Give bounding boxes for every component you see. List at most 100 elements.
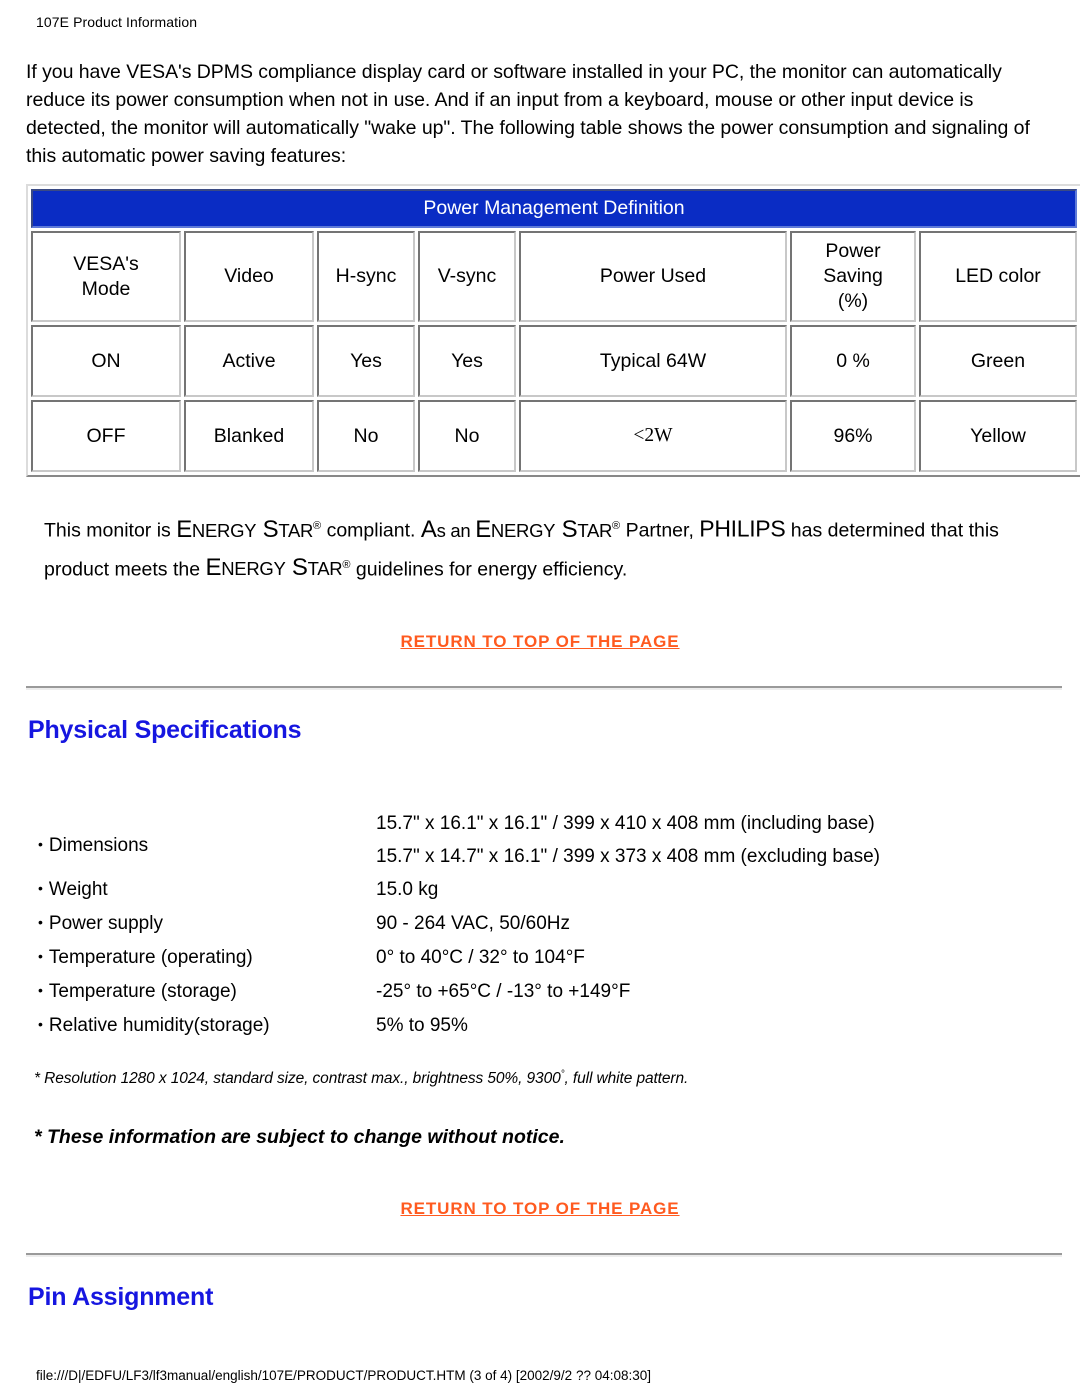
spec-value: 15.7" x 16.1" x 16.1" / 399 x 410 x 408 … bbox=[376, 807, 1054, 873]
bullet-icon: • bbox=[38, 982, 43, 998]
spec-value: 15.0 kg bbox=[376, 879, 439, 900]
energy-star-wordmark: ENERGY STAR bbox=[475, 516, 612, 543]
list-item: • Power supply 90 - 264 VAC, 50/60Hz bbox=[26, 907, 1054, 941]
estar-tar: TAR bbox=[577, 519, 613, 541]
estar-text-2: compliant. bbox=[321, 519, 421, 542]
spec-label: • Relative humidity(storage) bbox=[26, 1009, 376, 1043]
estar-text-3: Partner, bbox=[620, 519, 700, 542]
estar-e: E bbox=[205, 554, 222, 581]
cell-led-color: Yellow bbox=[919, 400, 1077, 472]
bullet-icon: • bbox=[38, 1016, 43, 1032]
spec-label: • Power supply bbox=[26, 907, 376, 941]
spec-value: 5% to 95% bbox=[376, 1015, 468, 1036]
column-header-power-saving-line3: (%) bbox=[837, 290, 869, 312]
spec-value: 90 - 264 VAC, 50/60Hz bbox=[376, 913, 570, 934]
spec-label-text: Dimensions bbox=[48, 835, 149, 856]
cell-power-saving: 96% bbox=[790, 400, 916, 472]
cell-video: Active bbox=[184, 325, 314, 397]
registered-icon: ® bbox=[313, 520, 322, 532]
section-divider bbox=[26, 1253, 1062, 1258]
power-management-table-wrapper: Power Management Definition VESA's Mode … bbox=[26, 184, 1080, 477]
cell-mode: ON bbox=[31, 325, 181, 397]
resolution-footnote-b: , full white pattern. bbox=[564, 1070, 689, 1088]
estar-text-1: This monitor is bbox=[44, 519, 177, 542]
spec-label-text: Relative humidity(storage) bbox=[48, 1015, 270, 1036]
page-header: 107E Product Information bbox=[0, 0, 1080, 30]
column-header-vesa-mode-line2: Mode bbox=[81, 277, 131, 300]
power-management-table: Power Management Definition VESA's Mode … bbox=[26, 184, 1080, 477]
estar-e: E bbox=[475, 515, 491, 543]
estar-text-5: guidelines for energy efficiency. bbox=[350, 558, 628, 580]
resolution-footnote: * Resolution 1280 x 1024, standard size,… bbox=[34, 1069, 1054, 1088]
return-to-top-link[interactable]: RETURN TO TOP OF THE PAGE bbox=[400, 1199, 679, 1218]
cell-hsync: No bbox=[317, 400, 415, 472]
page-footer-path: file:///D|/EDFU/LF3/lf3manual/english/10… bbox=[36, 1368, 652, 1383]
estar-tar: TAR bbox=[307, 558, 343, 579]
column-header-video: Video bbox=[184, 231, 314, 322]
philips-wordmark: PHILIPS bbox=[699, 515, 786, 542]
return-to-top-container-2: RETURN TO TOP OF THE PAGE bbox=[26, 1199, 1054, 1219]
table-title-row: Power Management Definition bbox=[31, 189, 1077, 228]
spec-label-text: Temperature (storage) bbox=[48, 981, 237, 1002]
column-header-vesa-mode-line1: VESA's bbox=[73, 252, 139, 275]
list-item: • Temperature (storage) -25° to +65°C / -… bbox=[26, 975, 1054, 1009]
spec-value-line: 15.7" x 16.1" x 16.1" / 399 x 410 x 408 … bbox=[376, 813, 875, 834]
section-divider bbox=[26, 686, 1062, 690]
column-header-power-used: Power Used bbox=[519, 231, 787, 322]
energy-star-wordmark: ENERGY STAR bbox=[176, 516, 313, 543]
estar-s: S bbox=[262, 515, 279, 543]
as-an-a-big: A bbox=[420, 515, 437, 543]
column-header-power-saving-line1: Power bbox=[825, 240, 881, 262]
spec-label: • Weight bbox=[26, 873, 376, 907]
spec-label: • Temperature (storage) bbox=[26, 975, 376, 1009]
page-title-pin-assignment: Pin Assignment bbox=[28, 1283, 214, 1312]
list-item: • Dimensions 15.7" x 16.1" x 16.1" / 399 … bbox=[26, 807, 1054, 873]
spec-label: • Temperature (operating) bbox=[26, 941, 376, 975]
registered-icon: ® bbox=[612, 520, 621, 532]
cell-power-saving: 0 % bbox=[790, 325, 916, 397]
cell-vsync: Yes bbox=[418, 325, 516, 397]
list-item: • Weight 15.0 kg bbox=[26, 873, 1054, 907]
bullet-icon: • bbox=[38, 914, 43, 930]
page-header-title: 107E Product Information bbox=[36, 14, 198, 30]
intro-paragraph: If you have VESA's DPMS compliance displ… bbox=[26, 61, 1030, 167]
change-notice: * These information are subject to chang… bbox=[34, 1126, 565, 1149]
estar-s: S bbox=[561, 515, 578, 543]
column-header-led-color: LED color bbox=[919, 231, 1077, 322]
estar-nergy: NERGY bbox=[191, 519, 257, 541]
column-header-power-saving-line2: Saving bbox=[823, 265, 883, 287]
spec-label-text: Weight bbox=[48, 879, 108, 900]
energy-star-wordmark: ENERGY STAR bbox=[206, 554, 343, 581]
table-row: OFF Blanked No No <2W 96% Yellow bbox=[31, 400, 1077, 472]
cell-vsync: No bbox=[418, 400, 516, 472]
column-header-vsync: V-sync bbox=[418, 231, 516, 322]
estar-nergy: NERGY bbox=[221, 558, 286, 579]
return-to-top-link[interactable]: RETURN TO TOP OF THE PAGE bbox=[400, 632, 679, 651]
cell-power-used: <2W bbox=[519, 400, 787, 472]
cell-led-color: Green bbox=[919, 325, 1077, 397]
power-management-table-title: Power Management Definition bbox=[31, 189, 1077, 228]
column-header-power-saving: Power Saving (%) bbox=[790, 231, 916, 322]
list-item: • Temperature (operating) 0° to 40°C / 32… bbox=[26, 941, 1054, 975]
list-item: • Relative humidity(storage) 5% to 95% bbox=[26, 1009, 1054, 1043]
spec-label-text: Temperature (operating) bbox=[48, 947, 253, 968]
cell-video: Blanked bbox=[184, 400, 314, 472]
column-header-hsync: H-sync bbox=[317, 231, 415, 322]
bullet-icon: • bbox=[38, 836, 43, 852]
resolution-footnote-a: * Resolution 1280 x 1024, standard size,… bbox=[34, 1070, 561, 1088]
specifications-list: • Dimensions 15.7" x 16.1" x 16.1" / 399 … bbox=[26, 807, 1054, 1043]
cell-mode: OFF bbox=[31, 400, 181, 472]
bullet-icon: • bbox=[38, 948, 43, 964]
column-header-vesa-mode: VESA's Mode bbox=[31, 231, 181, 322]
as-an-rest: s an bbox=[436, 519, 476, 541]
spec-label-text: Power supply bbox=[48, 913, 163, 934]
cell-power-used: Typical 64W bbox=[519, 325, 787, 397]
table-row: ON Active Yes Yes Typical 64W 0 % Green bbox=[31, 325, 1077, 397]
return-to-top-container-1: RETURN TO TOP OF THE PAGE bbox=[26, 632, 1054, 652]
energy-star-paragraph: This monitor is ENERGY STAR® compliant. … bbox=[44, 509, 1054, 586]
spec-label: • Dimensions bbox=[26, 807, 376, 863]
spec-value-line: 15.7" x 14.7" x 16.1" / 399 x 373 x 408 … bbox=[376, 846, 880, 867]
estar-tar: TAR bbox=[278, 519, 314, 541]
as-an-a: As an bbox=[421, 516, 475, 543]
spec-value: -25° to +65°C / -13° to +149°F bbox=[376, 981, 631, 1002]
